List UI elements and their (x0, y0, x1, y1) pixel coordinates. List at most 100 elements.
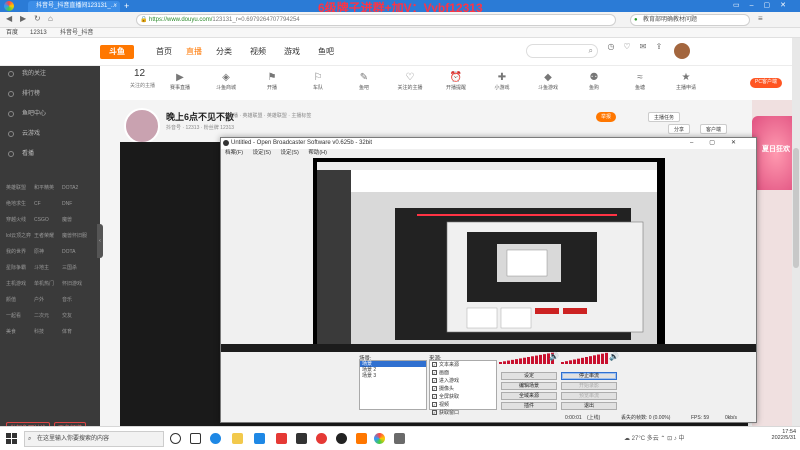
sidebar-item-watch[interactable]: 看播 (8, 148, 94, 160)
scenes-list[interactable]: 场景 场景 2 场景 3 (359, 360, 427, 410)
upload-icon[interactable]: ⇪ (652, 42, 666, 56)
source-checkbox[interactable]: ✓ (432, 370, 437, 376)
source-item[interactable]: ✓ 视频 (430, 401, 496, 409)
anchor-task-button[interactable]: 主播任务 (648, 112, 681, 122)
home-icon[interactable]: ⌂ (48, 14, 53, 23)
obs-global-sources-button[interactable]: 全域来源 (501, 392, 557, 400)
sources-list[interactable]: ✓ 文本来源 ✓ 画面 ✓ 进入游戏 ✓ 摄像头 ✓ 全屏获取 ✓ 视频 ✓ 获取窗口 (429, 360, 497, 416)
history-icon[interactable]: ◷ (604, 42, 618, 56)
nav-home[interactable]: 首页 (156, 46, 172, 57)
sidebar-grid-item[interactable]: 三国杀 (62, 264, 90, 271)
bookmark-baidu[interactable]: 百度 (6, 28, 18, 38)
weather-icon[interactable]: ☁ (624, 436, 630, 442)
category-item[interactable]: ✎ 鱼吧 (344, 72, 384, 91)
sidebar-grid-item[interactable]: 我的世界 (6, 248, 34, 255)
page-scrollbar[interactable] (792, 38, 800, 426)
obs-window-controls[interactable]: –▢✕ (690, 138, 752, 149)
speaker-icon[interactable]: 🔊 (549, 352, 559, 361)
category-item[interactable]: ▶ 赛事直播 (160, 72, 200, 91)
scrollbar-thumb[interactable] (793, 148, 799, 268)
cortana-icon[interactable] (170, 433, 181, 444)
sidebar-grid-item[interactable]: 魔兽 (62, 216, 90, 223)
sidebar-collapse-button[interactable]: ‹ (97, 224, 103, 258)
category-item[interactable]: ⚉ 鱼购 (574, 72, 614, 91)
category-item[interactable]: ◈ 斗鱼商城 (206, 72, 246, 91)
sidebar-grid-item[interactable]: 魔兽怀旧服 (62, 232, 90, 239)
source-checkbox[interactable]: ✓ (432, 378, 437, 384)
avatar[interactable] (674, 43, 690, 59)
back-icon[interactable]: ◀ (6, 14, 12, 23)
follow-icon[interactable]: ♡ (620, 42, 634, 56)
category-item[interactable]: ⚐ 车队 (298, 72, 338, 91)
browser-taskbar-icon[interactable] (374, 433, 385, 444)
sidebar-item-rank[interactable]: 排行榜 (8, 88, 94, 100)
sidebar-grid-item[interactable]: lol云顶之弈 (6, 232, 34, 239)
sidebar-item-cloudgame[interactable]: 云游戏 (8, 128, 94, 140)
obs-taskbar-icon[interactable] (336, 433, 347, 444)
source-checkbox[interactable]: ✓ (432, 386, 437, 392)
close-tab-icon[interactable]: × (113, 1, 117, 12)
bookmark-12313[interactable]: 12313 (30, 28, 47, 38)
sidebar-grid-item[interactable]: 体育 (62, 328, 90, 335)
streamer-avatar[interactable] (124, 108, 160, 144)
sidebar-grid-item[interactable]: 穿越火线 (6, 216, 34, 223)
input-language[interactable]: 中 (678, 436, 684, 442)
sidebar-grid-item[interactable]: 星际争霸 (6, 264, 34, 271)
sidebar-grid-item[interactable]: 怀旧游戏 (62, 280, 90, 287)
browser-logo-icon[interactable] (4, 1, 14, 11)
window-controls[interactable]: ▭–▢✕ (733, 0, 796, 12)
obs-menu-settings[interactable]: 设定(S) (253, 150, 271, 156)
sidebar-grid-item[interactable]: DNF (62, 201, 90, 207)
sidebar-grid-item[interactable]: 交友 (62, 312, 90, 319)
reload-icon[interactable]: ↻ (34, 14, 41, 23)
obs-menu-file[interactable]: 档案(F) (225, 150, 243, 156)
douyu-logo[interactable]: 斗鱼 (100, 45, 134, 59)
obs-edit-scene-button[interactable]: 编辑场景 (501, 382, 557, 390)
nav-fishbar[interactable]: 鱼吧 (318, 46, 334, 57)
category-item[interactable]: ★ 主播申请 (666, 72, 706, 91)
app-icon[interactable] (394, 433, 405, 444)
nav-category[interactable]: 分类 (216, 46, 232, 57)
sidebar-grid-item[interactable]: 王者荣耀 (34, 232, 62, 239)
app-icon[interactable] (276, 433, 287, 444)
category-item[interactable]: ⏰ 开播提醒 (436, 72, 476, 91)
source-item[interactable]: ✓ 全屏获取 (430, 393, 496, 401)
client-button[interactable]: 客户端 (700, 124, 728, 134)
desktop-volume-meter[interactable] (561, 352, 611, 364)
menu-icon[interactable]: ≡ (758, 14, 763, 23)
sidebar-grid-item[interactable]: 原神 (34, 248, 62, 255)
file-explorer-icon[interactable] (232, 433, 243, 444)
sidebar-grid-item[interactable]: 户外 (34, 296, 62, 303)
message-icon[interactable]: ✉ (636, 42, 650, 56)
scene-item[interactable]: 场景 3 (360, 373, 426, 379)
douyu-taskbar-icon[interactable] (356, 433, 367, 444)
sidebar-grid-item[interactable]: 颜值 (6, 296, 34, 303)
sidebar-grid-item[interactable]: 二次元 (34, 312, 62, 319)
nav-video[interactable]: 视频 (250, 46, 266, 57)
sidebar-grid-item[interactable]: CSGO (34, 217, 62, 223)
windows-start-icon[interactable] (6, 433, 17, 444)
app-icon[interactable] (316, 433, 327, 444)
forward-icon[interactable]: ▶ (20, 14, 26, 23)
category-item[interactable]: ♡ 关注的主播 (390, 72, 430, 91)
sidebar-item-follow[interactable]: 我的关注 (8, 68, 94, 80)
nav-games[interactable]: 游戏 (284, 46, 300, 57)
pc-client-button[interactable]: PC客户端 (750, 78, 782, 88)
obs-preview-button[interactable]: 预览串流 (561, 392, 617, 400)
source-checkbox[interactable]: ✓ (432, 362, 437, 368)
sidebar-grid-item[interactable]: 斗地主 (34, 264, 62, 271)
source-checkbox[interactable]: ✓ (432, 402, 437, 408)
sidebar-grid-item[interactable]: 主机游戏 (6, 280, 34, 287)
app-icon[interactable] (296, 433, 307, 444)
sidebar-grid-item[interactable]: 绝地求生 (6, 200, 34, 207)
category-item[interactable]: ✚ 小游戏 (482, 72, 522, 91)
source-item[interactable]: ✓ 摄像头 (430, 385, 496, 393)
source-item[interactable]: ✓ 进入游戏 (430, 377, 496, 385)
network-icon[interactable]: ⌃ ⊡ ♪ (660, 436, 678, 442)
sidebar-grid-item[interactable]: 单机热门 (34, 280, 62, 287)
bookmark-douyin[interactable]: 抖音号_抖音 (60, 28, 93, 38)
sidebar-grid-item[interactable]: DOTA2 (62, 185, 90, 191)
sidebar-item-fishbar[interactable]: 鱼吧中心 (8, 108, 94, 120)
search-icon[interactable]: ⌕ (589, 46, 593, 56)
source-item[interactable]: ✓ 文本来源 (430, 361, 496, 369)
